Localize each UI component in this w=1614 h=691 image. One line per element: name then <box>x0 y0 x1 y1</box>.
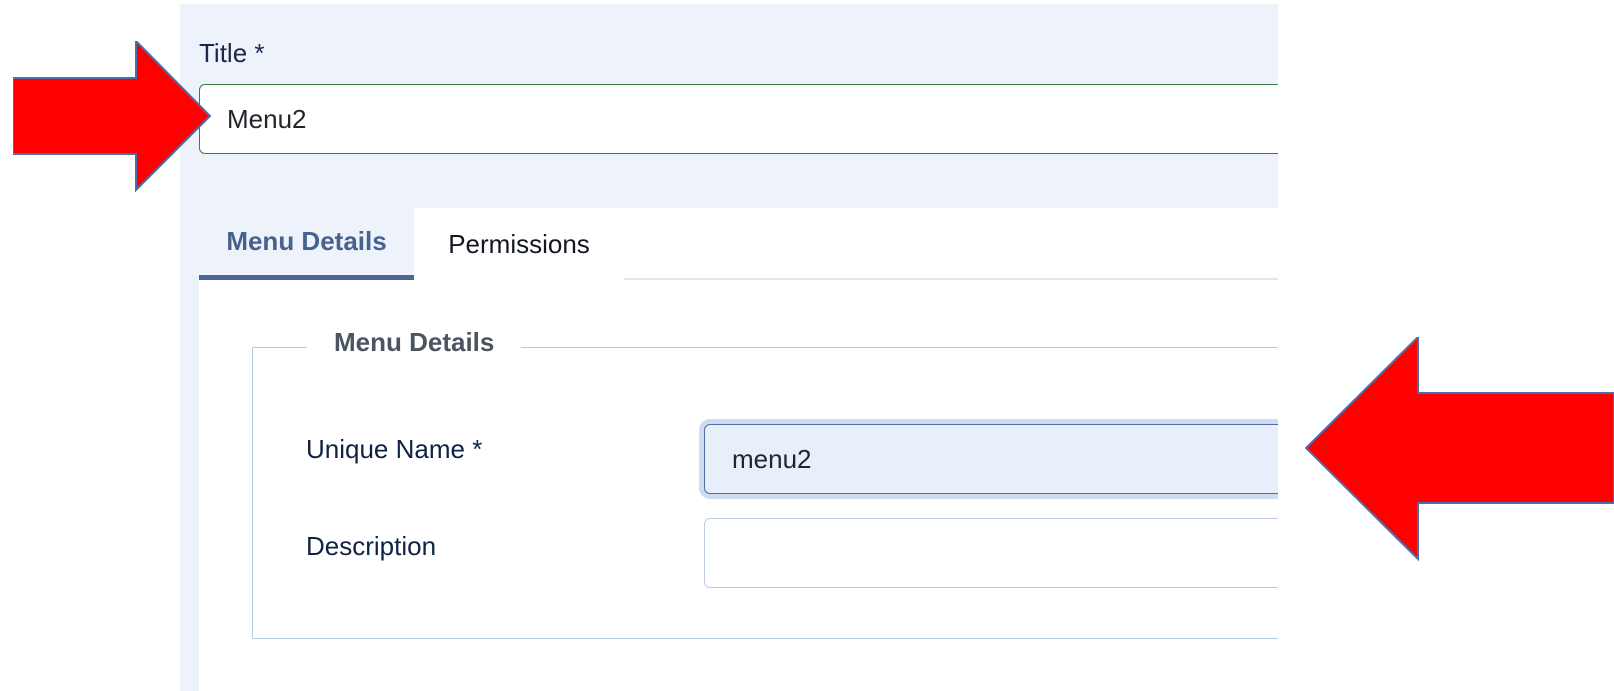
description-label: Description <box>306 531 437 561</box>
menu-details-legend: Menu Details <box>307 327 522 358</box>
tab-permissions[interactable]: Permissions <box>414 208 624 280</box>
menu-details-fieldset: Menu Details Unique Name * Description <box>252 327 1278 639</box>
tab-list: Menu Details Permissions <box>199 208 1278 280</box>
title-input[interactable] <box>199 84 1278 154</box>
unique-name-label: Unique Name * <box>306 434 483 464</box>
unique-name-input[interactable] <box>704 424 1278 494</box>
red-right-arrow-shape <box>13 41 212 192</box>
red-left-arrow-icon <box>1305 337 1614 562</box>
description-input[interactable] <box>704 518 1278 588</box>
menu-details-panel: Menu Details Permissions Menu Details Un… <box>199 208 1278 691</box>
red-right-arrow-icon <box>13 41 212 192</box>
red-left-arrow-shape <box>1305 337 1614 562</box>
tab-menu-details[interactable]: Menu Details <box>199 208 414 280</box>
menu-edit-form: Title * Menu Details Permissions Menu De… <box>180 4 1278 691</box>
